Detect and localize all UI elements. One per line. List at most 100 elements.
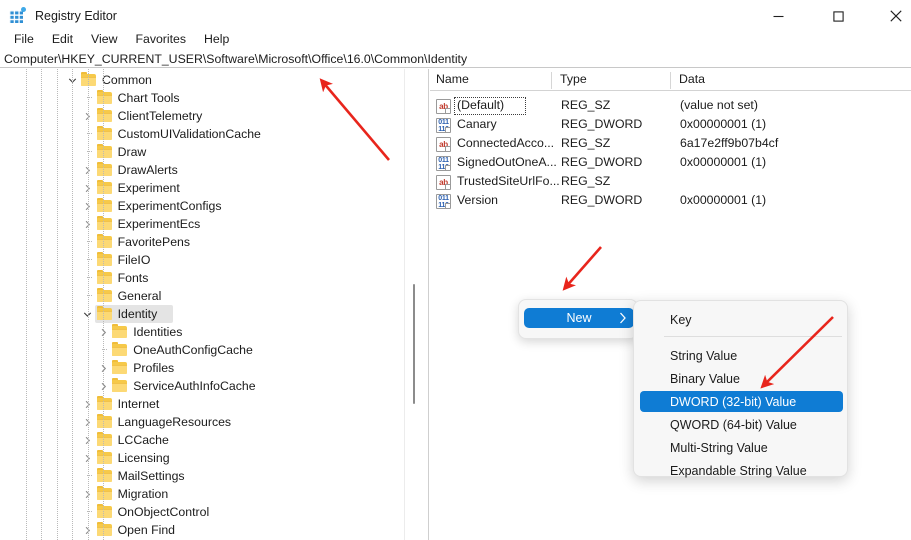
menu-item-help[interactable]: Help [195, 30, 238, 48]
tree-item-label: CustomUIValidationCache [117, 127, 261, 141]
folder-icon [112, 378, 128, 392]
tree-item-customuivalidationcache[interactable]: CustomUIValidationCache [0, 125, 404, 143]
submenu-item-expandable-string-value[interactable]: Expandable String Value [640, 460, 843, 481]
folder-icon [96, 396, 112, 410]
submenu-item-string-value[interactable]: String Value [640, 345, 843, 366]
value-row[interactable]: 011 110 Version REG_DWORD 0x00000001 (1) [430, 192, 911, 211]
value-row[interactable]: 011 110 SignedOutOneA... REG_DWORD 0x0000000… [430, 154, 911, 173]
tree-item-experiment[interactable]: Experiment [0, 179, 404, 197]
tree-scrollbar[interactable] [404, 69, 421, 540]
tree-item-experimentecs[interactable]: ExperimentEcs [0, 215, 404, 233]
submenu-item-key[interactable]: Key [640, 309, 843, 330]
tree-scrollbar-thumb[interactable] [413, 284, 415, 404]
tree-item-common[interactable]: Common [0, 71, 404, 89]
tree-item-identity[interactable]: Identity [0, 305, 404, 323]
tree-item-draw[interactable]: Draw [0, 143, 404, 161]
tree-item-label: Identity [117, 307, 158, 321]
tree-item-languageresources[interactable]: LanguageResources [0, 413, 404, 431]
context-menu-new-label: New [566, 311, 592, 325]
registry-tree[interactable]: Common Chart Tools ClientTelemetry CustomUI… [0, 69, 404, 540]
folder-icon [96, 504, 112, 518]
tree-item-lccache[interactable]: LCCache [0, 431, 404, 449]
tree-item-label: General [117, 289, 162, 303]
submenu-item-binary-value[interactable]: Binary Value [640, 368, 843, 389]
tree-item-label: Licensing [117, 451, 170, 465]
context-menu-item-new[interactable]: New [524, 308, 634, 328]
tree-item-migration[interactable]: Migration [0, 485, 404, 503]
folder-icon [96, 180, 112, 194]
tree-item-label: LanguageResources [117, 415, 232, 429]
value-data: 0x00000001 (1) [680, 155, 767, 169]
tree-item-open-find[interactable]: Open Find [0, 521, 404, 539]
pane-splitter[interactable] [421, 69, 429, 540]
tree-item-mailsettings[interactable]: MailSettings [0, 467, 404, 485]
tree-item-serviceauthinfocache[interactable]: ServiceAuthInfoCache [0, 377, 404, 395]
menu-item-favorites[interactable]: Favorites [126, 30, 195, 48]
value-row[interactable]: ab TrustedSiteUrlFo... REG_SZ [430, 173, 911, 192]
submenu-separator [664, 336, 842, 337]
tree-item-onobjectcontrol[interactable]: OnObjectControl [0, 503, 404, 521]
tree-item-licensing[interactable]: Licensing [0, 449, 404, 467]
submenu-item-label: String Value [670, 348, 738, 363]
column-header-type[interactable]: Type [560, 72, 587, 86]
tree-item-identities[interactable]: Identities [0, 323, 404, 341]
folder-icon [96, 270, 112, 284]
menu-item-edit[interactable]: Edit [43, 30, 82, 48]
tree-item-label: Open Find [117, 523, 176, 537]
folder-icon [112, 360, 128, 374]
folder-icon [96, 144, 112, 158]
address-bar[interactable]: Computer\HKEY_CURRENT_USER\Software\Micr… [0, 50, 911, 68]
column-separator[interactable] [670, 72, 671, 89]
new-submenu[interactable]: Key String Value Binary Value DWORD (32-bit… [633, 300, 848, 478]
tree-item-oneauthconfigcache[interactable]: OneAuthConfigCache [0, 341, 404, 359]
column-header-data[interactable]: Data [679, 72, 705, 86]
menu-item-view[interactable]: View [82, 30, 126, 48]
folder-icon [96, 252, 112, 266]
folder-icon [96, 90, 112, 104]
folder-icon [96, 414, 112, 428]
tree-item-label: ServiceAuthInfoCache [133, 379, 256, 393]
context-menu[interactable]: New [518, 299, 638, 339]
tree-item-fonts[interactable]: Fonts [0, 269, 404, 287]
value-row[interactable]: ab (Default) REG_SZ (value not set) [430, 97, 911, 116]
folder-icon [96, 216, 112, 230]
folder-icon [96, 162, 112, 176]
tree-item-fileio[interactable]: FileIO [0, 251, 404, 269]
tree-item-drawalerts[interactable]: DrawAlerts [0, 161, 404, 179]
column-separator[interactable] [551, 72, 552, 89]
folder-icon [96, 126, 112, 140]
folder-icon [96, 198, 112, 212]
submenu-item-label: Expandable String Value [670, 463, 807, 478]
submenu-item-multi-string-value[interactable]: Multi-String Value [640, 437, 843, 458]
tree-item-general[interactable]: General [0, 287, 404, 305]
value-type: REG_SZ [561, 98, 611, 112]
menu-item-file[interactable]: File [5, 30, 43, 48]
tree-item-label: OneAuthConfigCache [133, 343, 253, 357]
string-value-icon: ab [436, 99, 451, 114]
value-name: ConnectedAcco... [457, 136, 555, 150]
column-header-name[interactable]: Name [436, 72, 469, 86]
tree-item-profiles[interactable]: Profiles [0, 359, 404, 377]
tree-item-label: Internet [117, 397, 160, 411]
tree-guide-line [26, 69, 27, 540]
tree-guide-line [72, 69, 73, 540]
tree-item-label: ExperimentEcs [117, 217, 201, 231]
window-title: Registry Editor [35, 9, 117, 23]
submenu-item-label: Multi-String Value [670, 440, 768, 455]
tree-item-chart-tools[interactable]: Chart Tools [0, 89, 404, 107]
tree-item-label: FavoritePens [117, 235, 191, 249]
tree-item-favoritepens[interactable]: FavoritePens [0, 233, 404, 251]
value-type: REG_SZ [561, 136, 611, 150]
tree-item-label: ClientTelemetry [117, 109, 203, 123]
tree-item-label: Identities [133, 325, 183, 339]
tree-item-internet[interactable]: Internet [0, 395, 404, 413]
tree-item-label: Profiles [133, 361, 175, 375]
submenu-item-qword-64-bit-value[interactable]: QWORD (64-bit) Value [640, 414, 843, 435]
chevron-right-icon [619, 311, 627, 328]
tree-item-experimentconfigs[interactable]: ExperimentConfigs [0, 197, 404, 215]
tree-item-label: ExperimentConfigs [117, 199, 222, 213]
value-row[interactable]: 011 110 Canary REG_DWORD 0x00000001 (1) [430, 116, 911, 135]
submenu-item-dword-32-bit-value[interactable]: DWORD (32-bit) Value [640, 391, 843, 412]
tree-item-clienttelemetry[interactable]: ClientTelemetry [0, 107, 404, 125]
value-row[interactable]: ab ConnectedAcco... REG_SZ 6a17e2ff9b07b4cf [430, 135, 911, 154]
